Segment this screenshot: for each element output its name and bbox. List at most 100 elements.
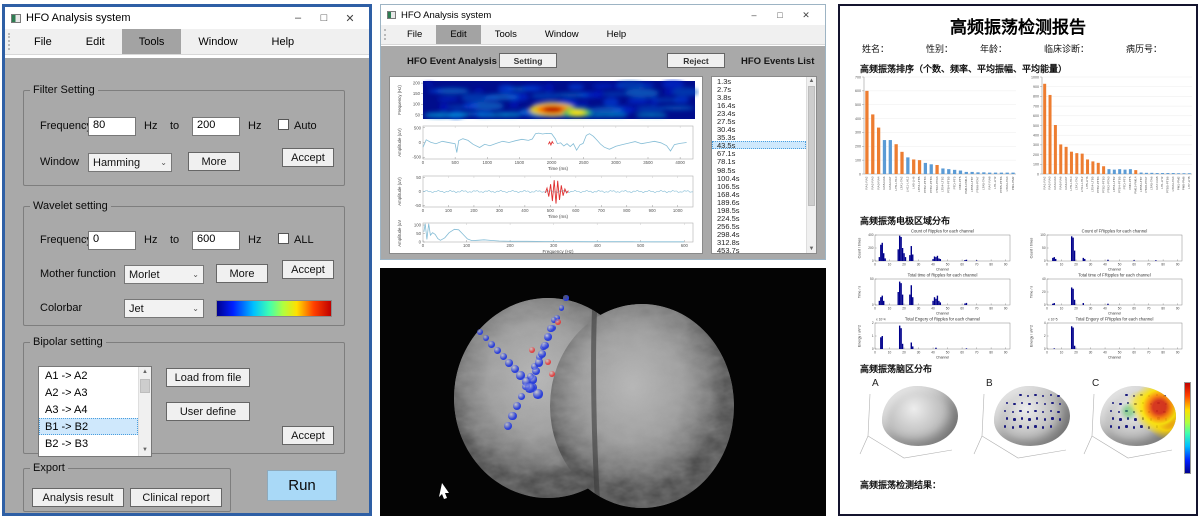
menu-item-window[interactable]: Window [181, 29, 254, 54]
run-button[interactable]: Run [267, 470, 337, 501]
ripples-time-chart: Total time of Ripples for each channel01… [854, 272, 1014, 316]
event-list-item[interactable]: 224.5s [712, 214, 806, 222]
scroll-up-icon[interactable]: ▲ [139, 367, 151, 378]
events-scrollbar[interactable]: ▲ ▼ [806, 77, 816, 253]
menu-item-window[interactable]: Window [531, 25, 593, 44]
event-list-item[interactable]: 3.8s [712, 93, 806, 101]
svg-text:500: 500 [637, 243, 645, 248]
scroll-up-icon[interactable]: ▲ [807, 77, 816, 85]
minimize-button[interactable]: – [741, 10, 767, 21]
menu-item-edit[interactable]: Edit [69, 29, 122, 54]
clinical-report-button[interactable]: Clinical report [130, 488, 222, 507]
event-list-item[interactable]: 168.4s [712, 190, 806, 198]
event-list-item[interactable]: 27.5s [712, 117, 806, 125]
event-list-item[interactable]: 453.7s [712, 246, 806, 254]
setting-button[interactable]: Setting [499, 53, 557, 68]
filter-freq-from-input[interactable]: 80 [88, 117, 136, 136]
filter-freq-to-input[interactable]: 200 [192, 117, 240, 136]
svg-text:Amplitude (uV): Amplitude (uV) [397, 128, 402, 157]
menu-item-file[interactable]: File [393, 25, 436, 44]
svg-text:30: 30 [917, 350, 921, 354]
event-list-item[interactable]: 198.5s [712, 206, 806, 214]
svg-text:80: 80 [989, 262, 993, 266]
report-title: 高频振荡检测报告 [840, 13, 1196, 38]
svg-text:PTB5-PTB6: PTB5-PTB6 [1166, 176, 1170, 193]
scroll-thumb[interactable] [140, 379, 150, 393]
scroll-down-icon[interactable]: ▼ [807, 245, 816, 253]
window-dropdown[interactable]: Hamming⌄ [88, 153, 172, 172]
wavelet-freq-from-input[interactable]: 0 [88, 231, 136, 250]
bipolar-list-item[interactable]: A2 -> A3 [39, 384, 138, 401]
electrode-dot [483, 335, 489, 341]
load-from-file-button[interactable]: Load from file [166, 368, 250, 387]
bipolar-accept-button[interactable]: Accept [282, 426, 334, 445]
event-list-item[interactable]: 189.6s [712, 198, 806, 206]
wavelet-more-button[interactable]: More [216, 264, 268, 283]
menu-item-tools[interactable]: Tools [122, 29, 182, 54]
bipolar-list-item[interactable]: B1 -> B2 [39, 418, 138, 435]
wavelet-freq-to-input[interactable]: 600 [192, 231, 240, 250]
event-list-item[interactable]: 30.4s [712, 125, 806, 133]
svg-text:RA5-RA6: RA5-RA6 [1058, 176, 1062, 189]
all-checkbox[interactable] [278, 233, 289, 244]
reject-button[interactable]: Reject [667, 53, 725, 68]
svg-text:400: 400 [855, 117, 861, 121]
bipolar-list-item[interactable]: A1 -> A2 [39, 367, 138, 384]
event-list-item[interactable]: 1.3s [712, 77, 806, 85]
svg-text:80: 80 [1161, 350, 1165, 354]
auto-checkbox[interactable] [278, 119, 289, 130]
bipolar-listbox[interactable]: A1 -> A2A2 -> A3A3 -> A4B1 -> B2B2 -> B3… [38, 366, 152, 457]
event-list-item[interactable]: 106.5s [712, 182, 806, 190]
maximize-button[interactable]: □ [311, 12, 337, 25]
electrode-grid-dot [1042, 395, 1044, 397]
event-list-item[interactable]: 256.5s [712, 222, 806, 230]
bipolar-list-item[interactable]: A3 -> A4 [39, 401, 138, 418]
menu-item-tools[interactable]: Tools [481, 25, 531, 44]
mother-function-dropdown[interactable]: Morlet⌄ [124, 265, 204, 284]
minimize-button[interactable]: – [285, 12, 311, 25]
scroll-thumb[interactable] [808, 86, 815, 206]
left-window: HFO Analysis system – □ ✕ FileEditToolsW… [2, 4, 372, 516]
event-list-item[interactable]: 35.3s [712, 133, 806, 141]
close-button[interactable]: ✕ [793, 10, 819, 21]
menu-item-file[interactable]: File [17, 29, 69, 54]
hfo-event-dot [549, 371, 555, 377]
event-list-item[interactable]: 100.4s [712, 174, 806, 182]
electrode-dot [508, 412, 516, 420]
filter-accept-button[interactable]: Accept [282, 148, 334, 167]
svg-text:1000: 1000 [1031, 75, 1039, 79]
menu-item-edit[interactable]: Edit [436, 25, 480, 44]
event-list-item[interactable]: 16.4s [712, 101, 806, 109]
svg-text:LH11-LH12: LH11-LH12 [906, 176, 910, 192]
event-list-item[interactable]: 312.8s [712, 238, 806, 246]
maximize-button[interactable]: □ [767, 10, 793, 21]
electrode-grid-dot [1050, 394, 1052, 396]
electrode-grid-dot [1050, 410, 1052, 412]
event-list-item[interactable]: 98.5s [712, 166, 806, 174]
event-list-item[interactable]: 23.4s [712, 109, 806, 117]
analysis-result-button[interactable]: Analysis result [32, 488, 124, 507]
event-list-item[interactable]: 67.1s [712, 149, 806, 157]
to-label: to [170, 120, 179, 132]
svg-text:100: 100 [445, 208, 453, 213]
menu-item-help[interactable]: Help [593, 25, 641, 44]
electrode-dot [535, 358, 543, 366]
bipolar-scrollbar[interactable]: ▲ ▼ [138, 367, 151, 456]
electrode-grid-dot [1019, 394, 1021, 396]
event-list-item[interactable]: 298.4s [712, 230, 806, 238]
wavelet-accept-button[interactable]: Accept [282, 260, 334, 279]
close-button[interactable]: ✕ [337, 12, 363, 25]
svg-text:0: 0 [872, 303, 874, 307]
user-define-button[interactable]: User define [166, 402, 250, 421]
brain-3d-viewport[interactable] [380, 268, 826, 516]
svg-text:50: 50 [1118, 306, 1122, 310]
menu-item-help[interactable]: Help [255, 29, 312, 54]
filter-more-button[interactable]: More [188, 152, 240, 171]
colorbar-dropdown[interactable]: Jet⌄ [124, 299, 204, 318]
event-list-item[interactable]: 43.5s [712, 141, 806, 149]
bipolar-list-item[interactable]: B2 -> B3 [39, 435, 138, 452]
event-list-item[interactable]: 2.7s [712, 85, 806, 93]
events-listbox[interactable]: 1.3s2.7s3.8s16.4s23.4s27.5s30.4s35.3s43.… [711, 76, 817, 254]
scroll-down-icon[interactable]: ▼ [139, 445, 151, 456]
event-list-item[interactable]: 78.1s [712, 157, 806, 165]
